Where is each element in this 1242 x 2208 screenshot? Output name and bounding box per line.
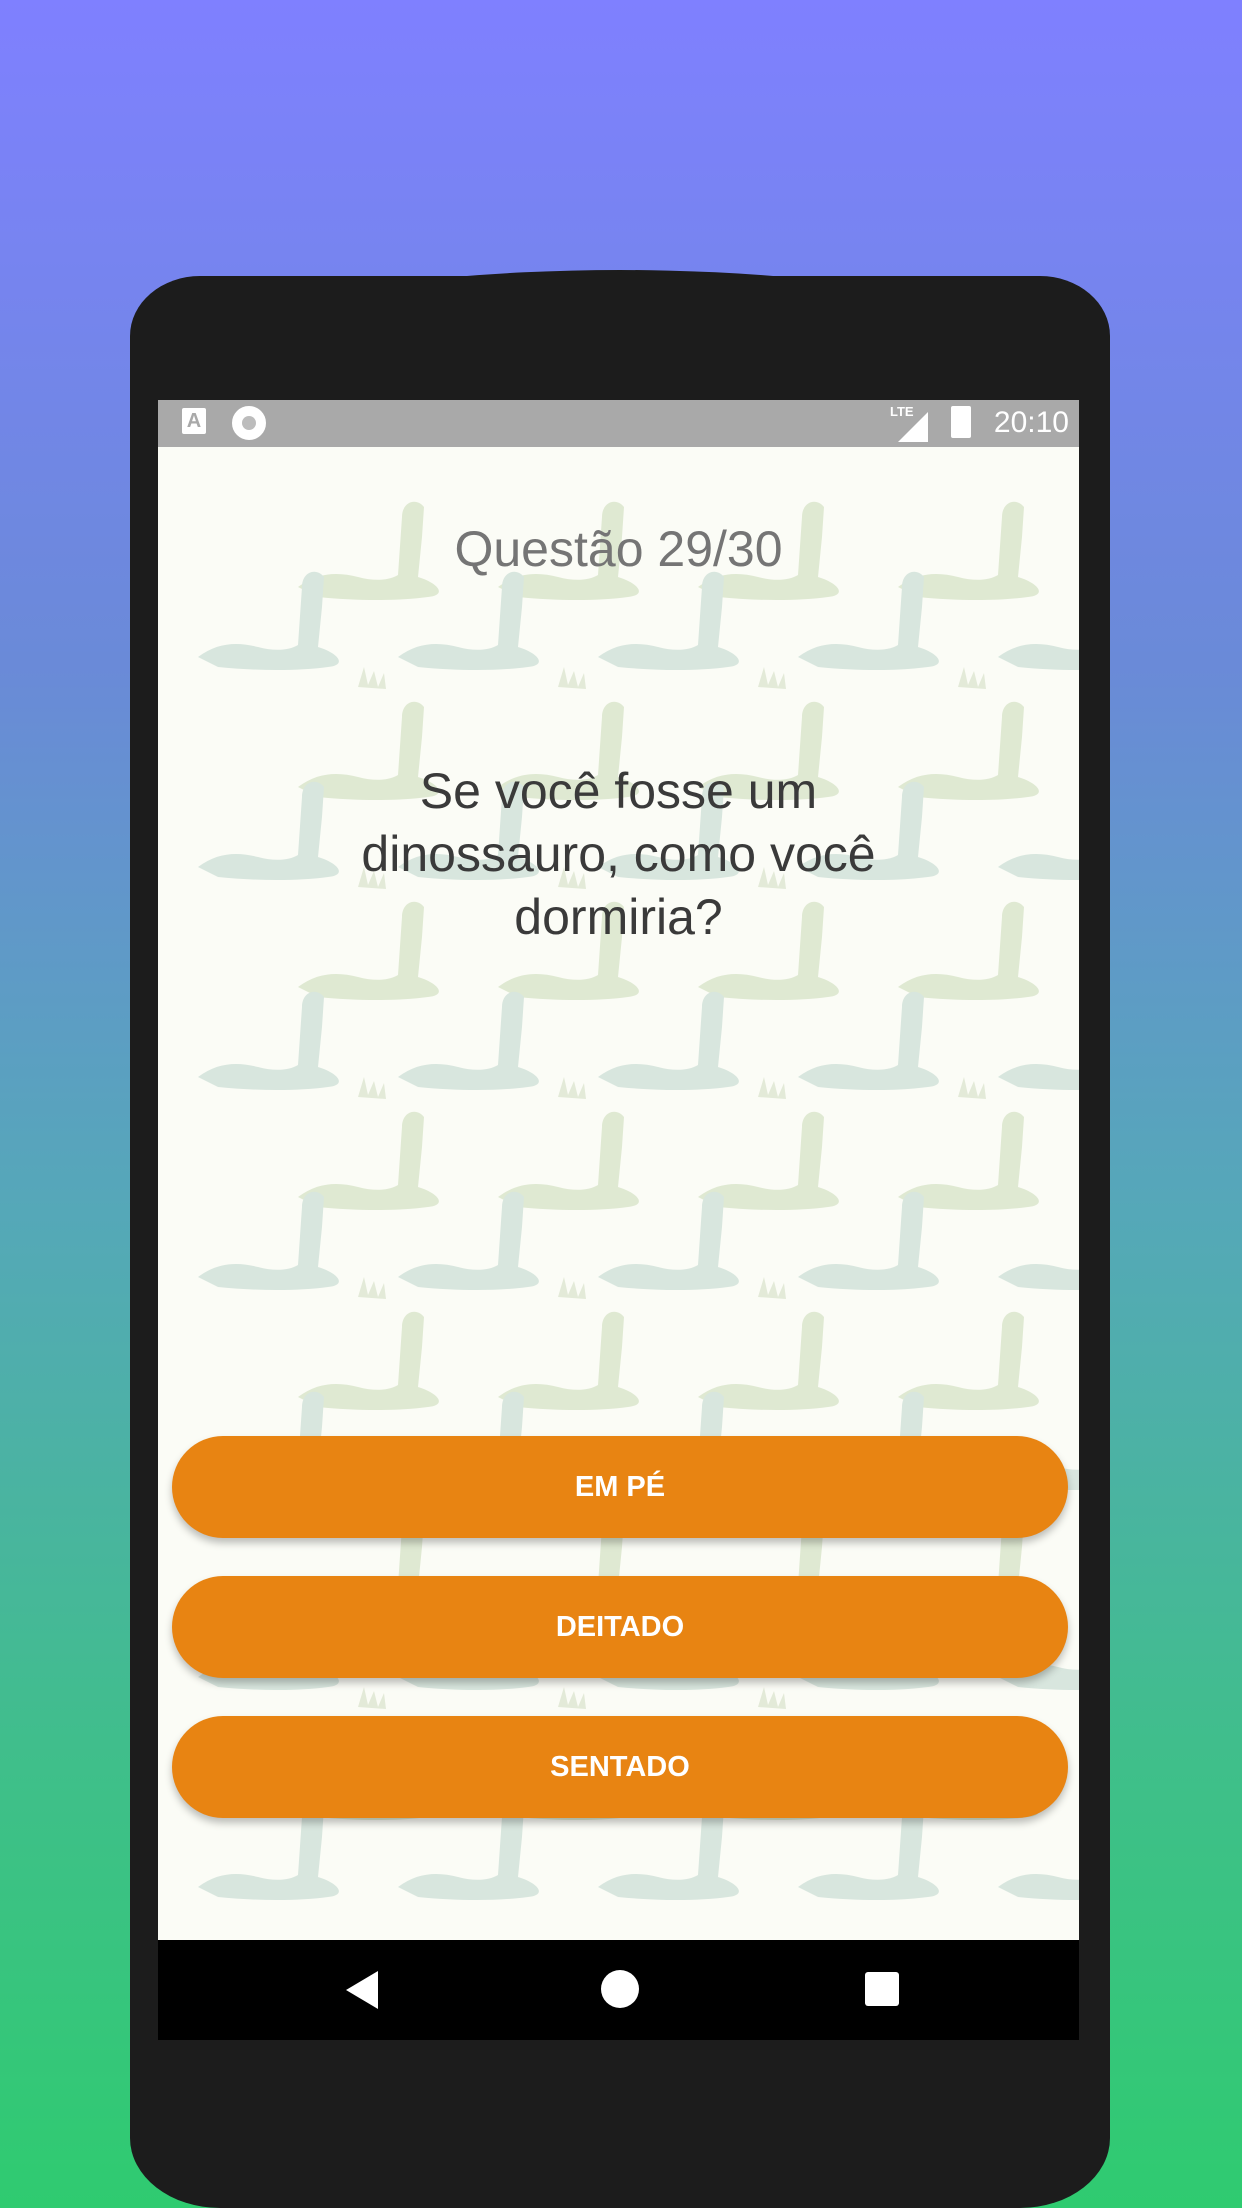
status-bar: A LTE 20:10 [158,400,1079,447]
question-counter: Questão 29/30 [454,521,783,577]
status-time: 20:10 [993,406,1069,439]
question-text: Se você fosse um dinossauro, como você d… [361,763,876,945]
answer-button-deitado[interactable]: DEITADO [172,1576,1068,1678]
circle-record-icon [232,406,266,440]
recent-apps-icon[interactable] [865,1972,899,2006]
text-a-icon: A [182,408,206,434]
back-icon[interactable] [346,1971,378,2009]
app-screen: A LTE 20:10 Questão 29/30 Se você fosse … [158,400,1079,2040]
home-icon[interactable] [601,1970,639,2008]
signal-icon [898,412,928,442]
battery-charging-icon [951,406,971,438]
answer-button-sentado[interactable]: SENTADO [172,1716,1068,1818]
answer-button-em-pe[interactable]: EM PÉ [172,1436,1068,1538]
navigation-bar [158,1940,1079,2040]
